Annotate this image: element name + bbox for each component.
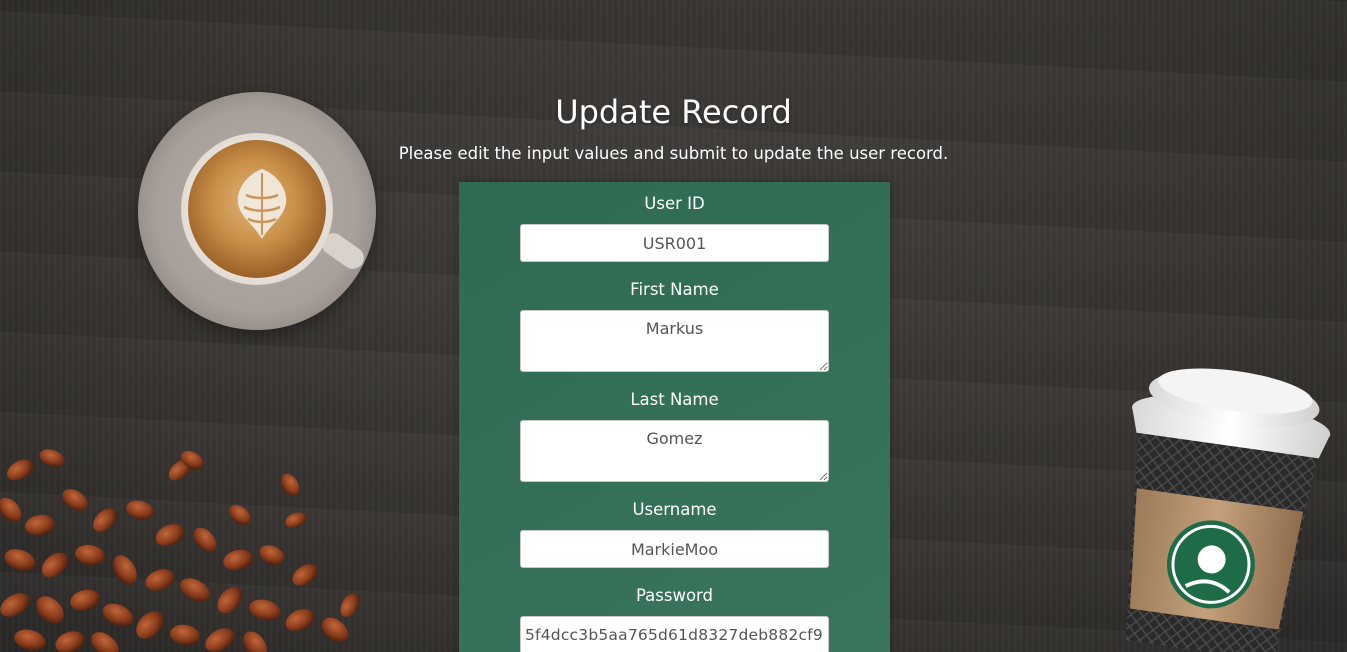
username-input[interactable] xyxy=(520,530,829,568)
last-name-label: Last Name xyxy=(630,390,719,409)
latte-art-image xyxy=(237,169,287,239)
password-input[interactable] xyxy=(520,616,829,652)
takeaway-coffee-cup-image xyxy=(1125,368,1331,652)
page-subtitle: Please edit the input values and submit … xyxy=(398,144,949,163)
first-name-textarea[interactable]: Markus xyxy=(520,310,829,372)
password-label: Password xyxy=(635,586,714,605)
page-title: Update Record xyxy=(555,93,792,131)
first-name-label: First Name xyxy=(630,280,719,299)
update-record-form: User ID First Name Markus Last Name Gome… xyxy=(459,182,890,652)
username-label: Username xyxy=(632,500,717,519)
user-id-label: User ID xyxy=(644,194,705,213)
user-id-input[interactable] xyxy=(520,224,829,262)
last-name-textarea[interactable]: Gomez xyxy=(520,420,829,482)
coffee-beans-image xyxy=(0,449,360,652)
